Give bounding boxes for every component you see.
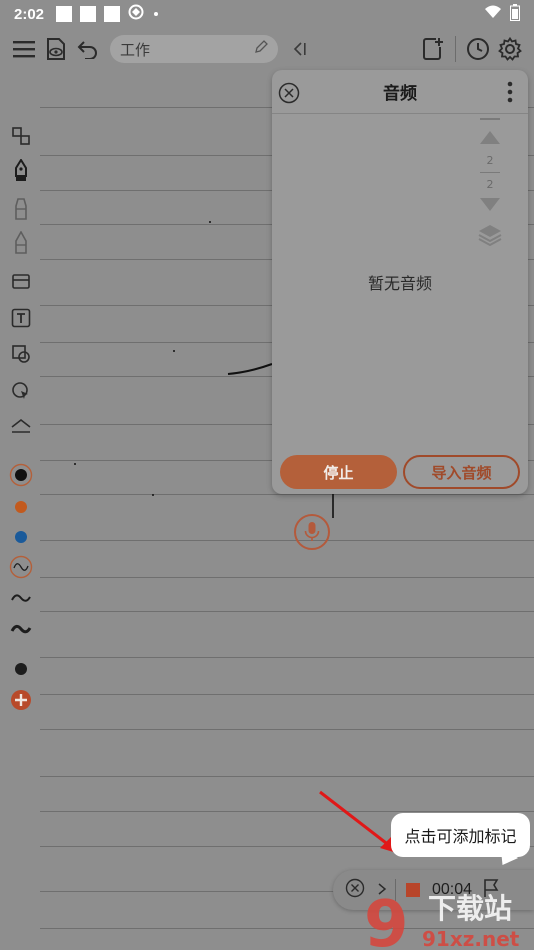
watermark-logo: 9 — [364, 888, 409, 950]
empty-audio-message: 暂无音频 — [367, 274, 432, 293]
shape-tool-icon[interactable] — [6, 341, 36, 367]
add-color-icon[interactable] — [6, 687, 36, 713]
watermark-title: 下载站 — [428, 892, 512, 925]
add-marker-tooltip: 点击可添加标记 — [391, 813, 530, 857]
more-options-icon[interactable] — [506, 80, 514, 104]
eraser-icon[interactable] — [6, 268, 36, 294]
current-page: 2 — [486, 154, 494, 167]
total-pages: 2 — [486, 178, 494, 191]
stroke-thick[interactable] — [6, 616, 36, 642]
audio-panel-header: 音频 — [272, 70, 528, 114]
color-blue[interactable] — [6, 524, 36, 550]
close-icon[interactable] — [278, 82, 300, 104]
page-navigator: 2 2 — [474, 118, 506, 260]
stop-button[interactable]: 停止 — [280, 455, 397, 489]
pen-size-dot[interactable] — [6, 656, 36, 682]
color-black-selected[interactable] — [6, 462, 36, 488]
stroke-medium[interactable] — [6, 585, 36, 611]
pager-divider — [480, 172, 500, 173]
lasso-tool-icon[interactable] — [6, 378, 36, 404]
fountain-pen-icon[interactable] — [6, 158, 36, 184]
microphone-button[interactable] — [294, 514, 330, 550]
page-up-icon[interactable] — [478, 128, 502, 146]
page-down-icon[interactable] — [478, 196, 502, 214]
pencil-tool-icon[interactable] — [6, 230, 36, 256]
marker-pen-icon[interactable] — [6, 196, 36, 222]
stroke-thin-selected[interactable] — [6, 554, 36, 580]
microphone-icon — [304, 522, 320, 541]
layers-icon[interactable] — [477, 222, 503, 248]
pager-divider — [480, 118, 500, 120]
audio-panel-title: 音频 — [383, 84, 417, 104]
color-orange[interactable] — [6, 494, 36, 520]
site-watermark: 9 下载站 91xz.net — [362, 888, 534, 950]
watermark-url: 91xz.net — [422, 927, 520, 950]
collapse-tools-icon[interactable] — [6, 413, 36, 439]
lasso-select-icon[interactable] — [6, 123, 36, 149]
import-audio-button[interactable]: 导入音频 — [403, 455, 520, 489]
text-tool-icon[interactable] — [6, 305, 36, 331]
